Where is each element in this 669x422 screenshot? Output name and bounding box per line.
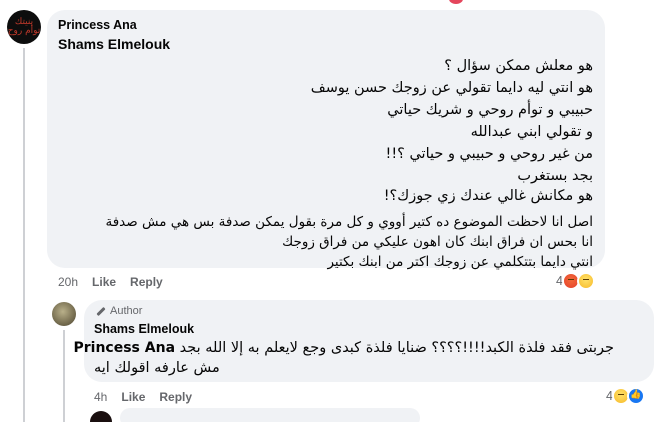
comment-line: اصل انا لاحظت الموضوع ده كتير أووي و كل …: [105, 214, 593, 230]
next-reply-bubble: [120, 408, 420, 422]
reply-like-button[interactable]: Like: [121, 390, 145, 404]
reply-line: مش عارفه اقولك ايه: [94, 360, 220, 376]
reply-button[interactable]: Reply: [130, 275, 163, 289]
next-reply-avatar[interactable]: [90, 411, 112, 422]
comment-reactions[interactable]: 4: [556, 272, 595, 290]
author-badge: Author: [94, 305, 142, 317]
reply-reply-button[interactable]: Reply: [159, 390, 192, 404]
comment-line: هو معلش ممكن سؤال ؟: [444, 58, 593, 74]
comment-line: و تقولي ابني عبدالله: [470, 124, 593, 140]
comment-actions: 20h Like Reply: [58, 275, 177, 289]
comment-line: هو مكانش غالي عندك زي جوزك؟!: [383, 188, 593, 204]
reply-mention[interactable]: Princess Ana: [74, 340, 176, 356]
like-button[interactable]: Like: [92, 275, 116, 289]
reply-bubble: Author Shams Elmelouk جربتى فقد فلذة الك…: [74, 300, 654, 382]
comment-line: انا بحس ان فراق ابنك كان اهون عليكي من ف…: [282, 234, 593, 250]
avatar[interactable]: بنيتك توأم روح: [7, 10, 41, 44]
comment-line: حبيبي و توأم روحي و شريك حياتي: [387, 102, 593, 118]
author-badge-label: Author: [110, 305, 143, 317]
comment-timestamp[interactable]: 20h: [58, 275, 78, 289]
comment-bubble: Princess Ana Shams Elmelouk هو معلش ممكن…: [47, 10, 605, 270]
pen-icon: [94, 305, 106, 317]
thread-line-main: [23, 48, 25, 422]
thread-line-reply: [63, 330, 65, 422]
avatar-lettering: بنيتك توأم روح: [7, 17, 41, 36]
reply-reactions[interactable]: 4: [606, 387, 645, 405]
like-emoji-icon: [626, 387, 645, 405]
reply-author[interactable]: Shams Elmelouk: [94, 322, 194, 336]
reply-line-text: جربتى فقد فلذة الكبد!!!!؟؟؟؟ ضنايا فلذة …: [179, 340, 614, 356]
reply-timestamp[interactable]: 4h: [94, 390, 107, 404]
comment-line: من غير روحي و حبيبي و حياتي ؟!!: [385, 146, 593, 162]
comment-line: انتي دايما بتتكلمي عن زوجك اكتر من ابنك …: [327, 254, 593, 270]
comment-line: هو انتي ليه دايما تقولي عن زوجك حسن يوسف: [310, 80, 593, 96]
reply-actions: 4h Like Reply: [94, 390, 206, 404]
comment-mention[interactable]: Shams Elmelouk: [58, 36, 170, 52]
notification-dot: [449, 0, 463, 4]
reply-avatar[interactable]: [52, 302, 76, 326]
sad-emoji-icon: [576, 272, 595, 290]
comment-line: بجد بستغرب: [517, 168, 593, 184]
comment-author[interactable]: Princess Ana: [58, 18, 137, 32]
reply-line: جربتى فقد فلذة الكبد!!!!؟؟؟؟ ضنايا فلذة …: [74, 340, 615, 356]
